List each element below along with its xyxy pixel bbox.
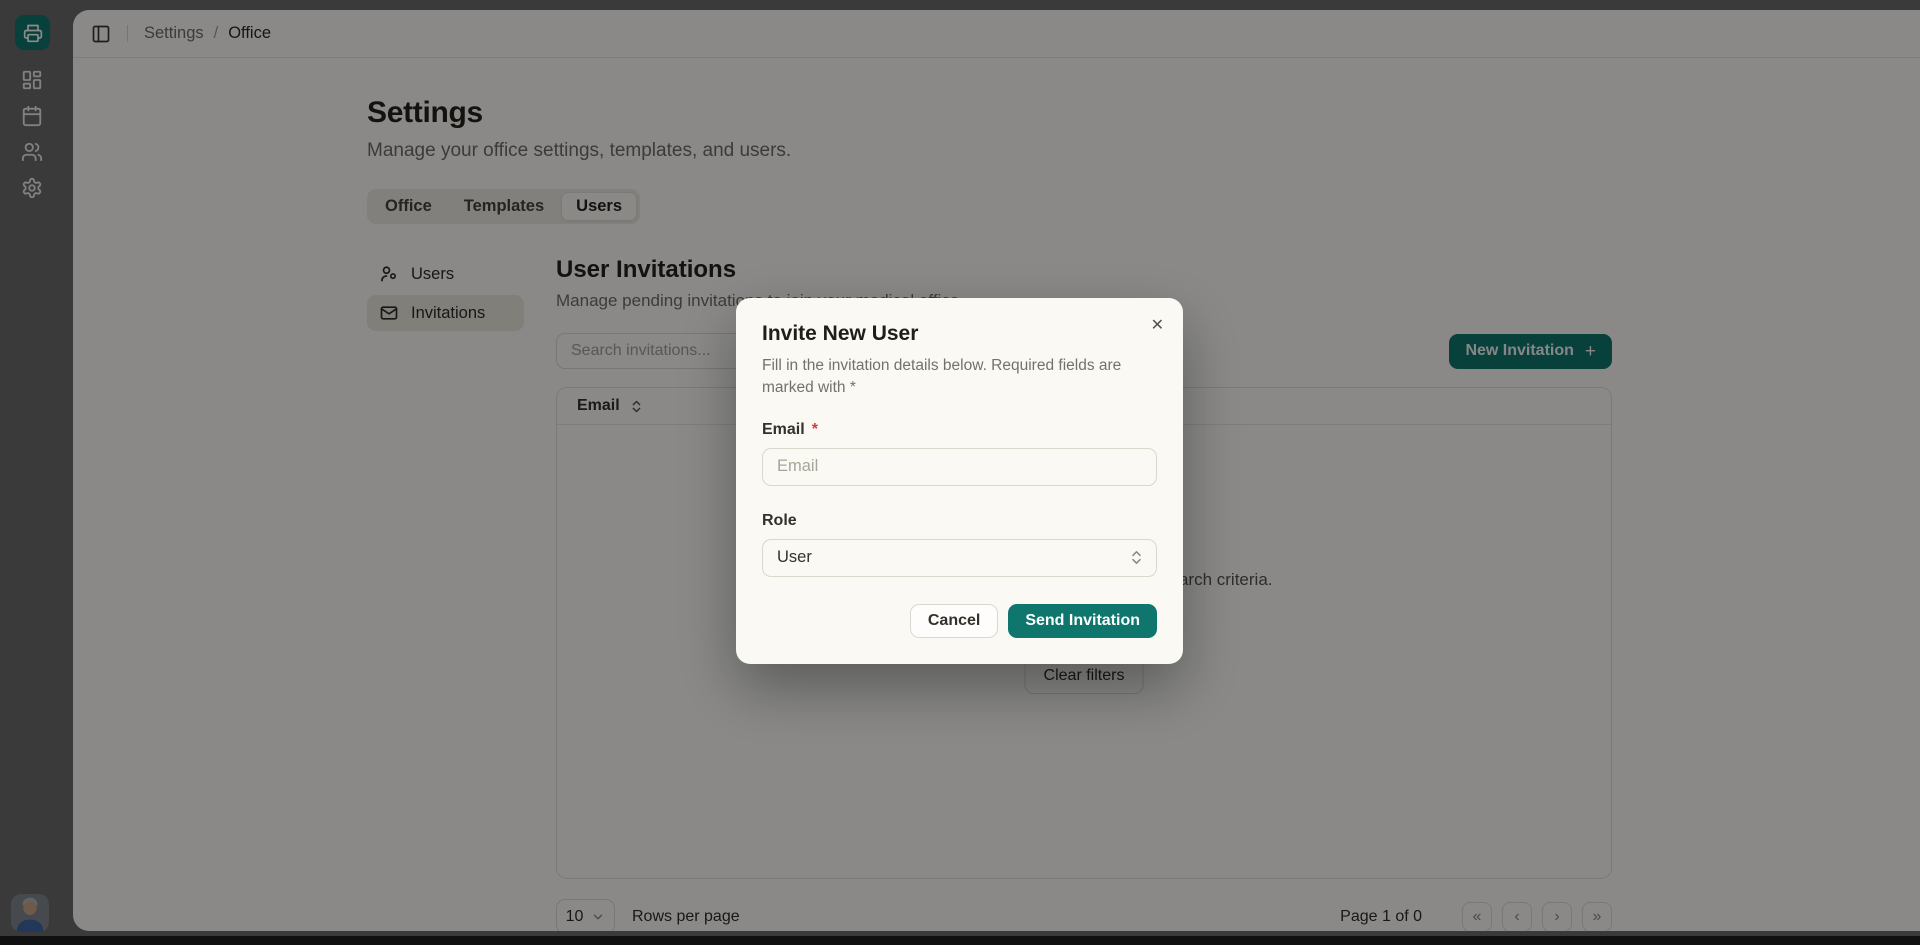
role-select[interactable]: User (762, 539, 1157, 577)
send-invitation-button[interactable]: Send Invitation (1008, 604, 1157, 638)
email-label-text: Email (762, 421, 805, 439)
close-icon: ✕ (1151, 317, 1164, 334)
role-select-value: User (777, 548, 812, 567)
invite-user-modal: ✕ Invite New User Fill in the invitation… (736, 298, 1183, 664)
modal-title: Invite New User (762, 322, 1157, 346)
modal-description: Fill in the invitation details below. Re… (762, 355, 1157, 400)
email-field[interactable] (762, 448, 1157, 486)
role-label-text: Role (762, 512, 797, 530)
cancel-button[interactable]: Cancel (910, 604, 998, 638)
email-field-label: Email * (762, 421, 1157, 439)
role-field-label: Role (762, 512, 1157, 530)
required-asterisk: * (812, 421, 818, 439)
modal-footer: Cancel Send Invitation (762, 604, 1157, 638)
chevrons-up-down-icon (1128, 549, 1145, 566)
modal-close-button[interactable]: ✕ (1147, 311, 1168, 339)
